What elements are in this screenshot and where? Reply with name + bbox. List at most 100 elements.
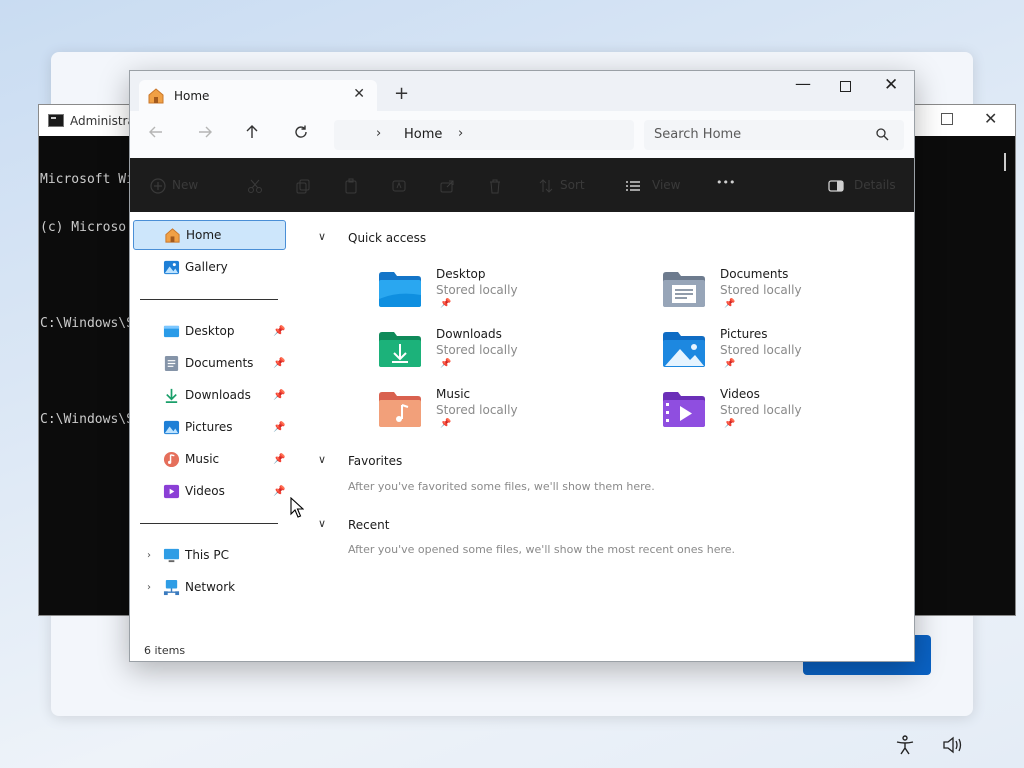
videos-folder-icon xyxy=(663,392,705,427)
videos-folder-icon xyxy=(163,484,180,498)
navigation-pane: Home Gallery Desktop 📌 Documents 📌 Downl… xyxy=(130,212,290,642)
sidebar-item-downloads[interactable]: Downloads 📌 xyxy=(133,380,286,410)
pin-icon[interactable]: 📌 xyxy=(273,358,285,369)
new-icon[interactable] xyxy=(150,178,166,194)
quick-access-name: Pictures xyxy=(720,327,768,341)
pin-icon: 📌 xyxy=(440,359,452,369)
pin-icon[interactable]: 📌 xyxy=(273,454,285,465)
command-bar: New Sort View ••• Details xyxy=(130,158,914,212)
documents-folder-icon xyxy=(164,355,179,371)
chevron-right-icon[interactable]: › xyxy=(376,126,381,141)
cmd-icon xyxy=(48,114,64,127)
chevron-down-icon[interactable]: ∨ xyxy=(318,517,326,530)
close-button[interactable]: ✕ xyxy=(884,75,898,95)
forward-arrow-icon[interactable] xyxy=(197,124,213,140)
sidebar-item-label: Downloads xyxy=(185,388,251,402)
sort-label[interactable]: Sort xyxy=(560,178,585,192)
sidebar-divider xyxy=(140,523,278,524)
quick-access-subtitle: Stored locally xyxy=(436,283,518,297)
section-title-recent[interactable]: Recent xyxy=(348,518,389,532)
cmd-scrollbar[interactable] xyxy=(1004,153,1006,171)
quick-access-videos[interactable]: Videos Stored locally 📌 xyxy=(662,387,922,443)
quick-access-name: Videos xyxy=(720,387,760,401)
new-tab-button[interactable]: + xyxy=(394,83,409,104)
sidebar-item-network[interactable]: › Network xyxy=(133,572,286,602)
sidebar-divider xyxy=(140,299,278,300)
desktop-folder-icon xyxy=(163,325,180,337)
sidebar-item-label: Videos xyxy=(185,484,225,498)
section-title-quick-access[interactable]: Quick access xyxy=(348,231,426,245)
section-title-favorites[interactable]: Favorites xyxy=(348,454,402,468)
quick-access-name: Downloads xyxy=(436,327,502,341)
quick-access-subtitle: Stored locally xyxy=(436,403,518,417)
new-label[interactable]: New xyxy=(172,178,198,192)
quick-access-downloads[interactable]: Downloads Stored locally 📌 xyxy=(378,327,638,383)
more-options-icon[interactable]: ••• xyxy=(716,176,735,189)
tab-close-button[interactable]: ✕ xyxy=(353,86,365,102)
cmd-maximize-button[interactable] xyxy=(941,113,953,125)
chevron-right-icon[interactable]: › xyxy=(147,582,151,593)
search-placeholder: Search Home xyxy=(654,127,742,142)
quick-access-music[interactable]: Music Stored locally 📌 xyxy=(378,387,638,443)
delete-icon[interactable] xyxy=(487,178,503,194)
pin-icon[interactable]: 📌 xyxy=(273,390,285,401)
cut-icon[interactable] xyxy=(247,178,263,194)
up-arrow-icon[interactable] xyxy=(244,124,260,140)
accessibility-icon[interactable] xyxy=(895,735,915,755)
paste-icon[interactable] xyxy=(343,178,359,194)
pin-icon[interactable]: 📌 xyxy=(273,486,285,497)
tab-home[interactable]: Home ✕ xyxy=(139,80,377,111)
refresh-icon[interactable] xyxy=(293,124,309,140)
mouse-cursor-icon xyxy=(290,497,304,518)
pin-icon: 📌 xyxy=(440,299,452,309)
quick-access-name: Documents xyxy=(720,267,789,281)
maximize-button[interactable] xyxy=(840,81,851,92)
pictures-folder-icon xyxy=(163,420,180,434)
sidebar-item-home[interactable]: Home xyxy=(133,220,286,250)
sidebar-item-label: Music xyxy=(185,452,220,466)
rename-icon[interactable] xyxy=(391,178,407,194)
pin-icon[interactable]: 📌 xyxy=(273,326,285,337)
sidebar-item-documents[interactable]: Documents 📌 xyxy=(133,348,286,378)
pin-icon: 📌 xyxy=(724,419,736,429)
minimize-button[interactable]: — xyxy=(795,74,811,93)
details-label[interactable]: Details xyxy=(854,178,896,192)
desktop-folder-icon xyxy=(379,272,421,307)
pictures-folder-icon xyxy=(663,332,705,367)
sidebar-item-gallery[interactable]: Gallery xyxy=(133,252,286,282)
volume-icon[interactable] xyxy=(942,736,964,754)
back-arrow-icon[interactable] xyxy=(148,124,164,140)
pin-icon: 📌 xyxy=(724,359,736,369)
search-icon[interactable] xyxy=(876,128,889,141)
chevron-right-icon[interactable]: › xyxy=(458,126,463,141)
music-folder-icon xyxy=(163,451,180,467)
share-icon[interactable] xyxy=(439,178,455,194)
sidebar-item-label: Desktop xyxy=(185,324,235,338)
sidebar-item-desktop[interactable]: Desktop 📌 xyxy=(133,316,286,346)
address-bar-row: › Home › Search Home xyxy=(130,111,914,158)
sidebar-item-this-pc[interactable]: › This PC xyxy=(133,540,286,570)
pin-icon[interactable]: 📌 xyxy=(273,422,285,433)
recent-empty-text: After you've opened some files, we'll sh… xyxy=(348,543,736,556)
quick-access-pictures[interactable]: Pictures Stored locally 📌 xyxy=(662,327,922,383)
quick-access-documents[interactable]: Documents Stored locally 📌 xyxy=(662,267,922,323)
sidebar-item-videos[interactable]: Videos 📌 xyxy=(133,476,286,506)
breadcrumb-home[interactable]: Home xyxy=(404,127,442,142)
sidebar-item-music[interactable]: Music 📌 xyxy=(133,444,286,474)
view-label[interactable]: View xyxy=(652,178,680,192)
chevron-down-icon[interactable]: ∨ xyxy=(318,453,326,466)
documents-folder-icon xyxy=(663,272,705,307)
sort-icon[interactable] xyxy=(538,178,554,194)
details-pane-icon[interactable] xyxy=(828,178,844,194)
copy-icon[interactable] xyxy=(295,178,311,194)
quick-access-subtitle: Stored locally xyxy=(436,343,518,357)
quick-access-desktop[interactable]: Desktop Stored locally 📌 xyxy=(378,267,638,323)
chevron-right-icon[interactable]: › xyxy=(147,550,151,561)
sidebar-item-label: Documents xyxy=(185,356,254,370)
tab-bar: Home ✕ + — ✕ xyxy=(130,71,914,111)
chevron-down-icon[interactable]: ∨ xyxy=(318,230,326,243)
quick-access-name: Desktop xyxy=(436,267,486,281)
view-icon[interactable] xyxy=(625,178,641,194)
cmd-close-button[interactable]: ✕ xyxy=(984,109,997,128)
sidebar-item-pictures[interactable]: Pictures 📌 xyxy=(133,412,286,442)
